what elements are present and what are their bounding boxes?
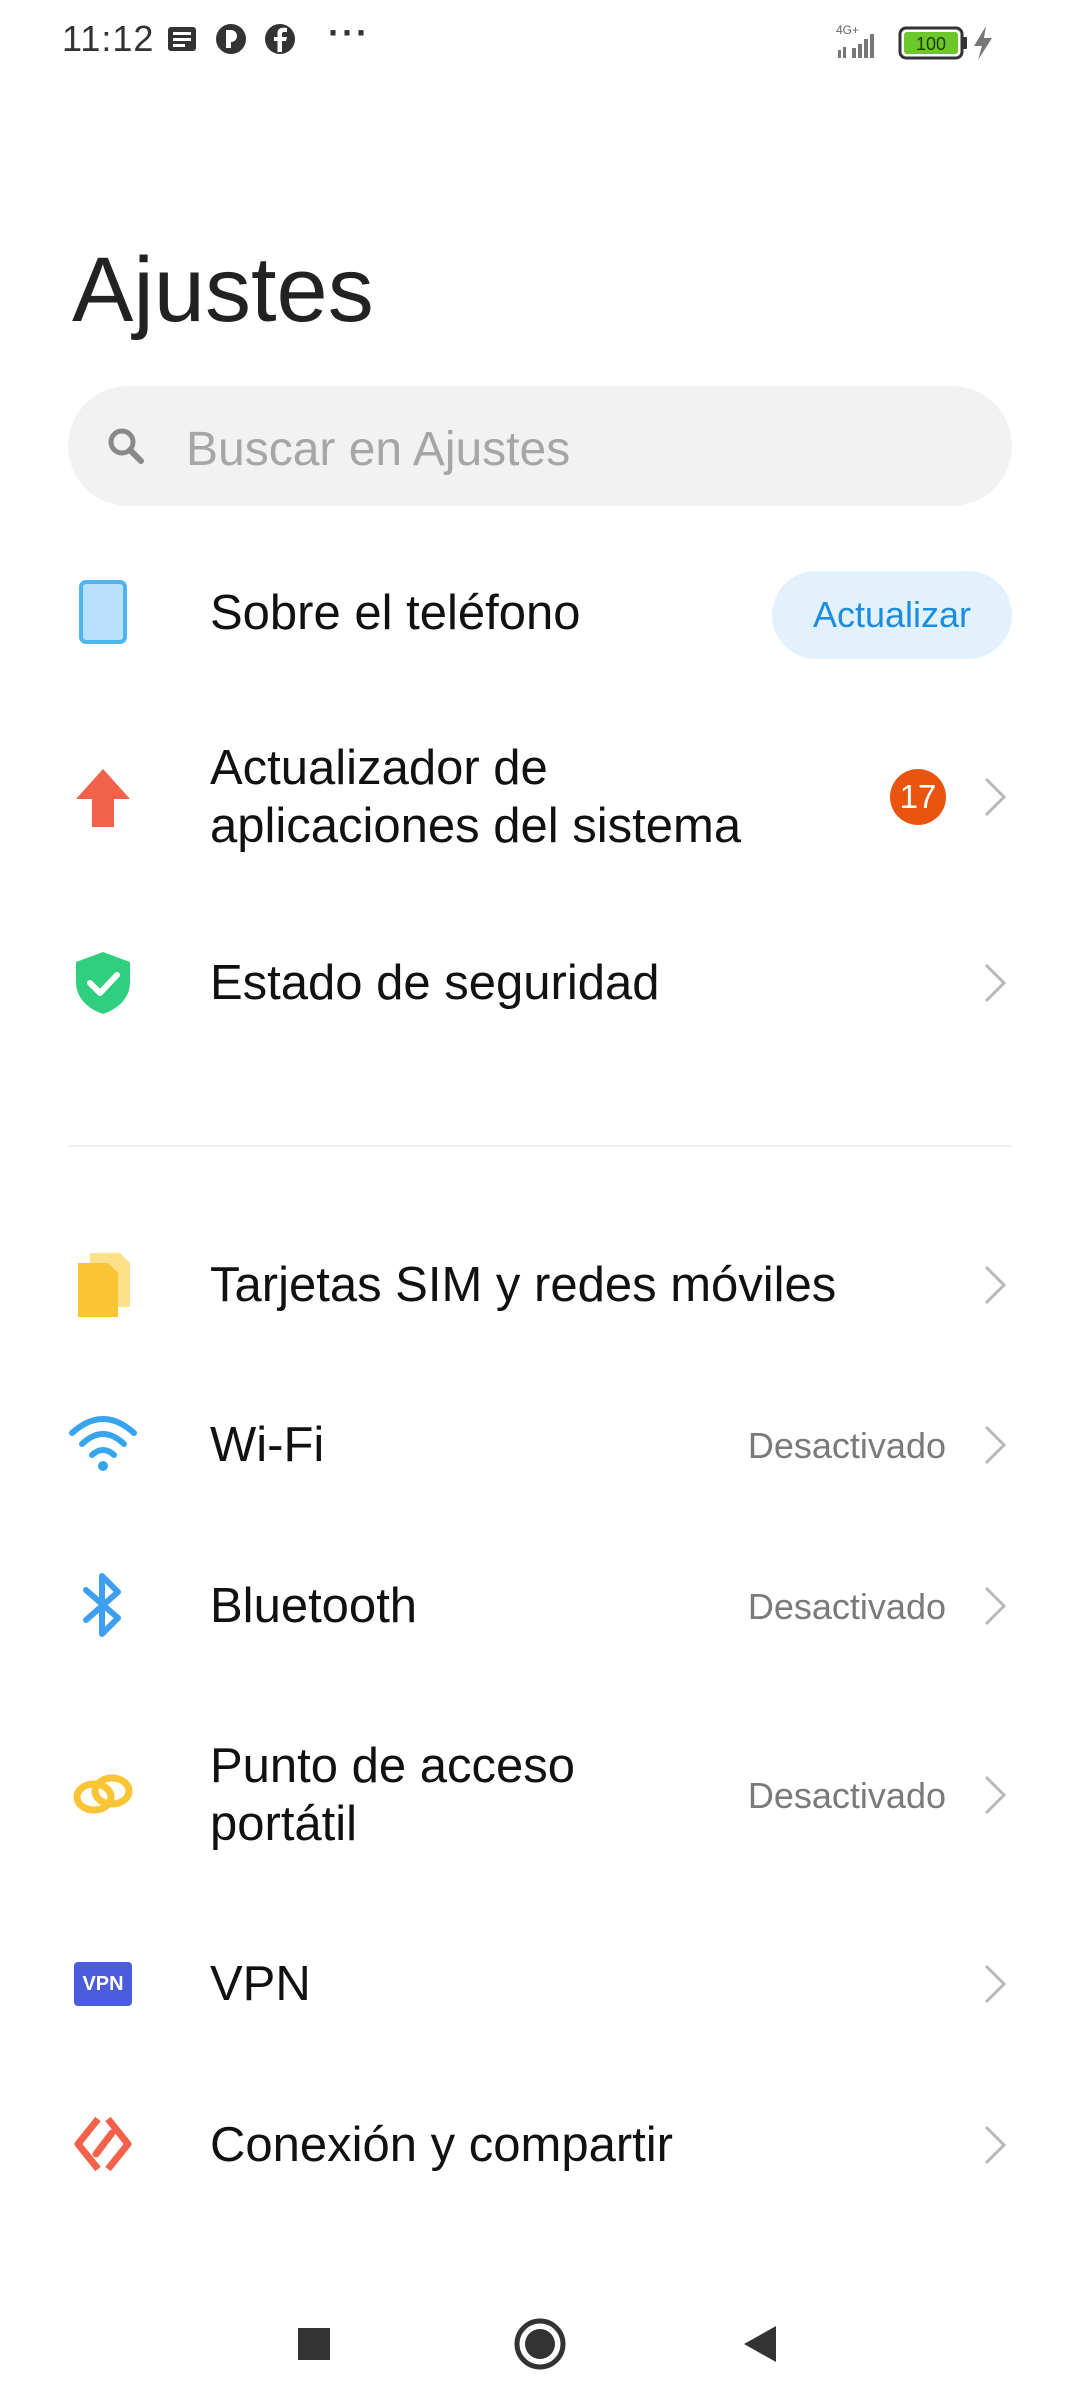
battery-level-text: 100	[916, 34, 946, 54]
search-input[interactable]: Buscar en Ajustes	[68, 386, 1012, 506]
bluetooth-icon	[83, 1573, 121, 1637]
chevron-right-icon	[984, 1964, 1007, 2004]
app-notification-icon	[216, 24, 246, 54]
chevron-right-icon	[984, 1265, 1007, 1305]
news-icon	[168, 27, 196, 51]
sim-card-icon	[78, 1253, 130, 1317]
facebook-icon	[265, 24, 295, 54]
status-time: 11:12	[62, 18, 155, 59]
share-connection-icon	[74, 2116, 132, 2172]
settings-item-label-line2: aplicaciones del sistema	[210, 799, 742, 853]
settings-item-label-line1: Punto de acceso	[210, 1739, 576, 1793]
wifi-icon	[69, 1416, 137, 1471]
vpn-icon: VPN	[74, 1962, 132, 2006]
settings-item-label: VPN	[210, 1957, 311, 2011]
settings-item-label: Conexión y compartir	[210, 2118, 673, 2172]
settings-item-label-line1: Actualizador de	[210, 741, 548, 795]
chevron-right-icon	[984, 1775, 1007, 1815]
system-status-icons: 4G+ 100	[836, 23, 992, 60]
home-button[interactable]	[510, 2314, 570, 2374]
shield-check-icon	[76, 952, 130, 1014]
phone-icon	[79, 580, 127, 644]
bluetooth-status-value: Desactivado	[747, 1586, 946, 1627]
navigation-bar	[0, 2290, 1080, 2400]
chevron-right-icon	[984, 777, 1007, 817]
chevron-right-icon	[984, 1425, 1007, 1465]
update-button[interactable]: Actualizar	[772, 571, 1012, 659]
settings-item-label: Bluetooth	[210, 1579, 418, 1633]
more-notifications-icon: ···	[328, 12, 370, 53]
settings-item-label: Tarjetas SIM y redes móviles	[210, 1258, 837, 1312]
settings-item-label: Wi-Fi	[210, 1418, 325, 1472]
search-placeholder: Buscar en Ajustes	[186, 423, 571, 476]
hotspot-status-value: Desactivado	[747, 1775, 946, 1816]
chevron-right-icon	[984, 1586, 1007, 1626]
chevron-right-icon	[984, 963, 1007, 1003]
recents-button[interactable]	[284, 2314, 344, 2374]
update-count-badge: 17	[890, 769, 946, 825]
search-icon	[108, 428, 144, 464]
charging-icon	[974, 26, 992, 60]
settings-item-label-line2: portátil	[210, 1797, 358, 1851]
settings-item-label: Estado de seguridad	[210, 956, 660, 1010]
chevron-right-icon	[984, 2125, 1007, 2165]
settings-item-label: Sobre el teléfono	[210, 586, 581, 640]
network-type-icon: 4G+	[836, 23, 859, 37]
page-title: Ajustes	[72, 239, 374, 341]
back-button[interactable]	[732, 2314, 792, 2374]
status-bar: 11:12 ··· 4G+ 100	[0, 0, 1080, 90]
arrow-up-icon	[76, 769, 130, 827]
wifi-status-value: Desactivado	[747, 1425, 946, 1466]
section-divider	[68, 1145, 1012, 1147]
hotspot-icon	[73, 1774, 133, 1814]
settings-screen: 11:12 ··· 4G+ 100 Ajustes Buscar en Ajus…	[0, 0, 1080, 2400]
